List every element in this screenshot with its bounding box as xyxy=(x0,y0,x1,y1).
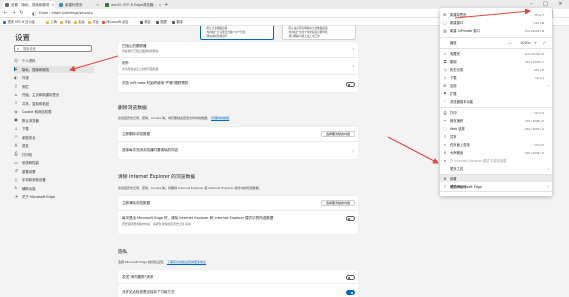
arrow-to-settings-item xyxy=(387,136,439,164)
arrow-to-privacy-item xyxy=(69,55,119,72)
annotation-arrows xyxy=(69,8,531,164)
arrow-to-menu-button xyxy=(454,8,531,19)
